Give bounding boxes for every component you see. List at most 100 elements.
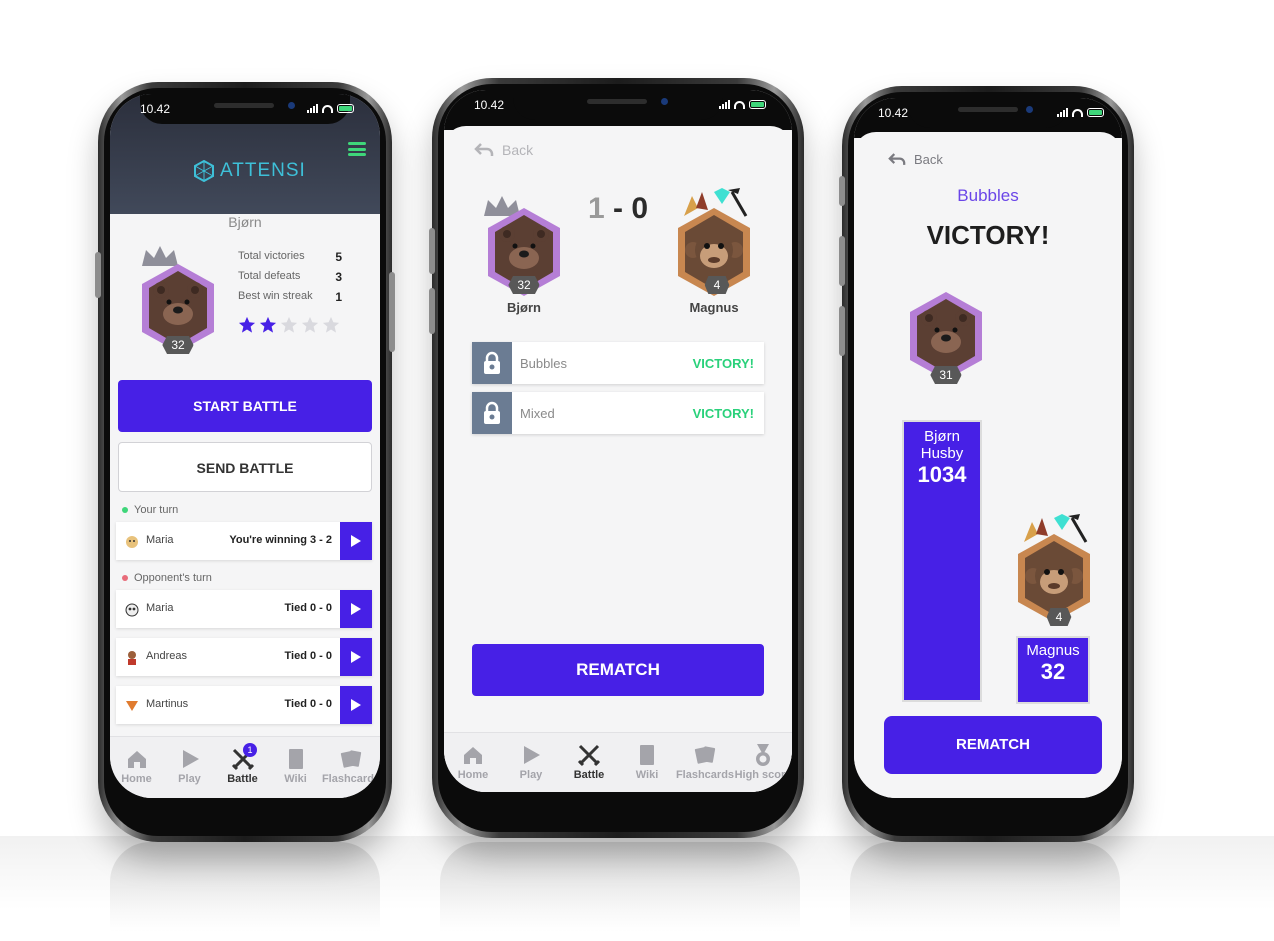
level-badge: 32 xyxy=(162,336,194,354)
star-filled-icon xyxy=(238,316,256,334)
signal-icon xyxy=(1057,108,1068,117)
play-button[interactable] xyxy=(340,638,372,676)
screen-victory: 10.42 Back Bubbles VICTORY! 31 Bjørn Hus… xyxy=(854,98,1122,798)
volume-button xyxy=(429,228,435,274)
person-avatar-icon xyxy=(128,651,136,665)
player2-name: Magnus xyxy=(689,300,739,315)
stats-panel: Total victories 5 Total defeats 3 Best win… xyxy=(238,250,342,310)
play-button[interactable] xyxy=(340,590,372,628)
reflection xyxy=(440,842,800,932)
menu-icon[interactable] xyxy=(348,142,366,156)
status-bar: 10.42 xyxy=(854,106,1122,124)
screen-battle-result: 10.42 Back 32 Bjørn 1 - 0 4 Magnus Bubbl… xyxy=(444,90,792,792)
tab-home[interactable]: Home xyxy=(110,747,163,785)
rematch-button[interactable]: REMATCH xyxy=(472,644,764,696)
loser-score-bar: Magnus 32 xyxy=(1016,636,1090,704)
your-turn-header: Your turn xyxy=(122,504,178,516)
signal-icon xyxy=(307,104,318,113)
winner-score-bar: Bjørn Husby 1034 xyxy=(902,420,982,702)
round-result-row: Bubbles VICTORY! xyxy=(472,342,764,384)
play-icon xyxy=(519,743,543,767)
level-badge: 31 xyxy=(930,366,962,384)
battery-icon xyxy=(749,100,766,109)
battle-row[interactable]: Maria Tied 0 - 0 xyxy=(116,590,372,628)
reflection xyxy=(110,842,380,932)
battle-row[interactable]: Maria You're winning 3 - 2 xyxy=(116,522,372,560)
tab-flashcards[interactable]: Flashcards xyxy=(676,743,734,781)
wifi-icon xyxy=(734,100,745,109)
brand-name: ATTENSI xyxy=(220,160,306,181)
play-icon xyxy=(350,534,362,548)
rematch-button[interactable]: REMATCH xyxy=(884,716,1102,774)
tab-wiki[interactable]: Wiki xyxy=(618,743,676,781)
power-button xyxy=(389,272,395,352)
star-filled-icon xyxy=(259,316,277,334)
battle-row[interactable]: Andreas Tied 0 - 0 xyxy=(116,638,372,676)
level-badge: 4 xyxy=(704,276,730,294)
tab-play[interactable]: Play xyxy=(163,747,216,785)
book-icon xyxy=(284,747,308,771)
status-bar: 10.42 xyxy=(444,98,792,116)
send-battle-button[interactable]: SEND BATTLE xyxy=(118,442,372,492)
lock-icon xyxy=(472,392,512,434)
star-empty-icon xyxy=(280,316,298,334)
battle-swords-icon xyxy=(577,743,601,767)
volume-button xyxy=(839,306,845,356)
play-icon xyxy=(178,747,202,771)
tab-bar: Home Play 1 Battle Wiki Flashcards xyxy=(110,736,380,798)
player1-name: Bjørn xyxy=(507,300,541,315)
player-name: Bjørn xyxy=(228,214,262,230)
volume-button xyxy=(839,236,845,286)
signal-icon xyxy=(719,100,730,109)
chick-avatar-icon xyxy=(126,536,138,548)
fox-avatar-icon xyxy=(126,701,138,711)
play-icon xyxy=(350,650,362,664)
tab-battle[interactable]: Battle xyxy=(560,743,618,781)
phone-device-right: 10.42 Back Bubbles VICTORY! 31 Bjørn Hus… xyxy=(839,86,1134,842)
wifi-icon xyxy=(322,104,333,113)
play-button[interactable] xyxy=(340,522,372,560)
tab-home[interactable]: Home xyxy=(444,743,502,781)
player-avatar: 32 xyxy=(138,244,218,362)
home-icon xyxy=(125,747,149,771)
battle-row[interactable]: Martinus Tied 0 - 0 xyxy=(116,686,372,724)
opponents-turn-header: Opponent's turn xyxy=(122,572,212,584)
tab-battle[interactable]: 1 Battle xyxy=(216,743,269,785)
play-icon xyxy=(350,602,362,616)
tab-flashcards[interactable]: Flashcards xyxy=(322,747,380,785)
tab-wiki[interactable]: Wiki xyxy=(269,747,322,785)
star-empty-icon xyxy=(301,316,319,334)
level-badge: 4 xyxy=(1046,608,1072,626)
stat-row: Total defeats 3 xyxy=(238,270,342,284)
screen-battle-lobby: 10.42 ATTENSI Bjørn 32 Total victories 5 … xyxy=(110,94,380,798)
level-badge: 32 xyxy=(508,276,540,294)
medal-icon xyxy=(751,743,775,767)
lock-icon xyxy=(472,342,512,384)
start-battle-button[interactable]: START BATTLE xyxy=(118,380,372,432)
round-result-row: Mixed VICTORY! xyxy=(472,392,764,434)
home-icon xyxy=(461,743,485,767)
back-button[interactable]: Back xyxy=(888,152,943,167)
brand-logo: ATTENSI xyxy=(194,160,306,182)
wifi-icon xyxy=(1072,108,1083,117)
battery-icon xyxy=(1087,108,1104,117)
status-bar: 10.42 xyxy=(110,102,380,120)
back-button[interactable]: Back xyxy=(474,142,533,158)
winner-avatar: 31 xyxy=(906,290,986,390)
book-icon xyxy=(635,743,659,767)
tab-play[interactable]: Play xyxy=(502,743,560,781)
stat-row: Best win streak 1 xyxy=(238,290,342,304)
panda-avatar-icon xyxy=(125,603,139,617)
mute-switch xyxy=(839,176,845,206)
star-empty-icon xyxy=(322,316,340,334)
star-rating xyxy=(238,316,340,334)
tab-high-score[interactable]: High score xyxy=(734,743,792,781)
reflection xyxy=(850,842,1120,932)
loser-avatar: 4 xyxy=(1014,514,1104,634)
play-button[interactable] xyxy=(340,686,372,724)
stat-row: Total victories 5 xyxy=(238,250,342,264)
phone-device-center: 10.42 Back 32 Bjørn 1 - 0 4 Magnus Bubbl… xyxy=(429,78,804,838)
phone-device-left: 10.42 ATTENSI Bjørn 32 Total victories 5 … xyxy=(95,82,395,842)
attensi-logo-icon xyxy=(194,160,214,182)
volume-button xyxy=(95,252,101,298)
